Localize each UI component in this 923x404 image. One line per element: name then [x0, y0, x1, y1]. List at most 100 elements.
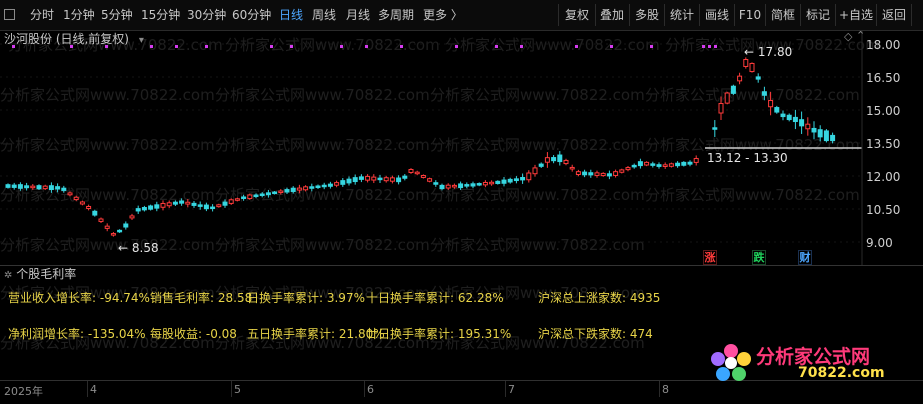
candle-body	[749, 62, 755, 73]
candle-body	[569, 166, 575, 170]
gear-icon[interactable]: ✲	[4, 270, 12, 281]
candle-body	[55, 186, 61, 190]
candle-body	[340, 180, 346, 185]
date-tick	[659, 381, 660, 397]
candle-body	[203, 204, 209, 210]
candle-body	[73, 196, 79, 201]
simple-frame-button[interactable]: 简框	[766, 4, 801, 26]
site-logo: 分析家公式网 70822.com	[708, 342, 920, 382]
candle-body	[613, 171, 619, 176]
signal-dot	[455, 45, 458, 48]
tab-more[interactable]: 更多 〉	[423, 0, 463, 30]
candle-body	[365, 175, 371, 181]
candle-body	[358, 176, 364, 180]
candle-body	[11, 184, 17, 188]
overlay-button[interactable]: 叠加	[595, 4, 630, 26]
multi-stock-button[interactable]: 多股	[630, 4, 665, 26]
candlestick-chart[interactable]	[0, 30, 923, 265]
tab-60min[interactable]: 60分钟	[232, 0, 271, 30]
stat-decliners: 沪深总下跌家数: 474	[538, 327, 653, 341]
chevron-down-icon[interactable]: ▾	[139, 35, 144, 46]
signal-dot	[575, 45, 578, 48]
back-button[interactable]: 返回	[877, 4, 912, 26]
candle-body	[551, 157, 557, 162]
tab-fenshi[interactable]: 分时	[30, 0, 54, 30]
tab-1min[interactable]: 1分钟	[63, 0, 95, 30]
candle-body	[303, 186, 309, 191]
candle-body	[321, 184, 327, 188]
signal-dot	[400, 45, 403, 48]
tab-monthly[interactable]: 月线	[346, 0, 370, 30]
stat-turnover-5day: 五日换手率累计: 21.80%	[247, 327, 385, 341]
candle-body	[427, 178, 433, 182]
candle-body	[296, 187, 302, 191]
indicator-title: 个股毛利率	[16, 267, 77, 281]
chevron-up-icon[interactable]: ⌃	[856, 29, 865, 42]
candle-body	[817, 129, 823, 138]
date-axis-label: 7	[508, 383, 515, 396]
adjust-button[interactable]: 复权	[558, 4, 596, 26]
candle-body	[476, 183, 482, 186]
rise-badge[interactable]: 涨	[703, 250, 717, 265]
date-axis-label: 5	[234, 383, 241, 396]
candle-body	[414, 171, 420, 175]
candle-body	[743, 59, 749, 67]
candle-body	[451, 184, 457, 188]
candle-body	[526, 172, 532, 181]
menu-square-icon[interactable]	[4, 9, 15, 20]
candle-body	[606, 173, 612, 177]
price-axis-label: 16.50	[866, 71, 901, 85]
tab-30min[interactable]: 30分钟	[187, 0, 226, 30]
candle-body	[588, 172, 594, 176]
candle-body	[148, 205, 154, 210]
candle-body	[482, 181, 488, 186]
date-tick	[364, 381, 365, 397]
flower-logo-icon	[711, 344, 751, 381]
fall-badge[interactable]: 跌	[752, 250, 766, 265]
f10-button[interactable]: F10	[735, 4, 766, 26]
candle-body	[489, 181, 495, 185]
candle-body	[216, 204, 222, 208]
date-axis: 2025年 4 5 6 7 8	[0, 380, 923, 404]
low-price-value: 8.58	[131, 241, 159, 255]
candle-body	[507, 178, 513, 183]
stat-eps: 每股收益: -0.08	[150, 327, 237, 341]
candle-body	[117, 229, 123, 233]
candle-body	[110, 233, 116, 236]
signal-dot	[520, 45, 523, 48]
statistics-button[interactable]: 统计	[665, 4, 700, 26]
add-watchlist-button[interactable]: +自选	[836, 4, 877, 26]
candle-body	[24, 185, 30, 189]
candle-body	[544, 157, 550, 163]
candle-body	[247, 194, 253, 200]
draw-line-button[interactable]: 画线	[700, 4, 735, 26]
mark-button[interactable]: 标记	[801, 4, 836, 26]
stat-turnover-20day: 廿日换手率累计: 195.31%	[366, 327, 512, 341]
candle-body	[737, 75, 743, 82]
candle-body	[278, 190, 284, 194]
range-annotation: 13.12 - 13.30	[707, 151, 788, 165]
high-price-annotation: ← 17.80	[744, 45, 793, 59]
tab-15min[interactable]: 15分钟	[141, 0, 180, 30]
price-axis-label: 15.00	[866, 104, 901, 118]
candles-layer	[5, 57, 836, 237]
candle-body	[98, 218, 104, 222]
indicator-header: ✲ 个股毛利率	[4, 266, 76, 284]
candle-body	[575, 171, 581, 175]
candle-body	[79, 201, 85, 205]
signal-dot	[714, 45, 717, 48]
finance-badge[interactable]: 财	[798, 250, 812, 265]
date-axis-label: 6	[367, 383, 374, 396]
candle-body	[346, 178, 352, 184]
candle-body	[272, 191, 278, 195]
candle-body	[86, 205, 92, 210]
tab-daily[interactable]: 日线	[279, 0, 303, 30]
diamond-icon[interactable]: ◇	[844, 30, 852, 43]
tab-5min[interactable]: 5分钟	[101, 0, 133, 30]
candle-body	[210, 206, 216, 210]
tab-multi-period[interactable]: 多周期	[378, 0, 414, 30]
candle-body	[768, 99, 774, 108]
price-axis-label: 18.00	[866, 38, 901, 52]
tab-weekly[interactable]: 周线	[312, 0, 336, 30]
period-toolbar: 分时 1分钟 5分钟 15分钟 30分钟 60分钟 日线 周线 月线 多周期 更…	[0, 0, 923, 31]
